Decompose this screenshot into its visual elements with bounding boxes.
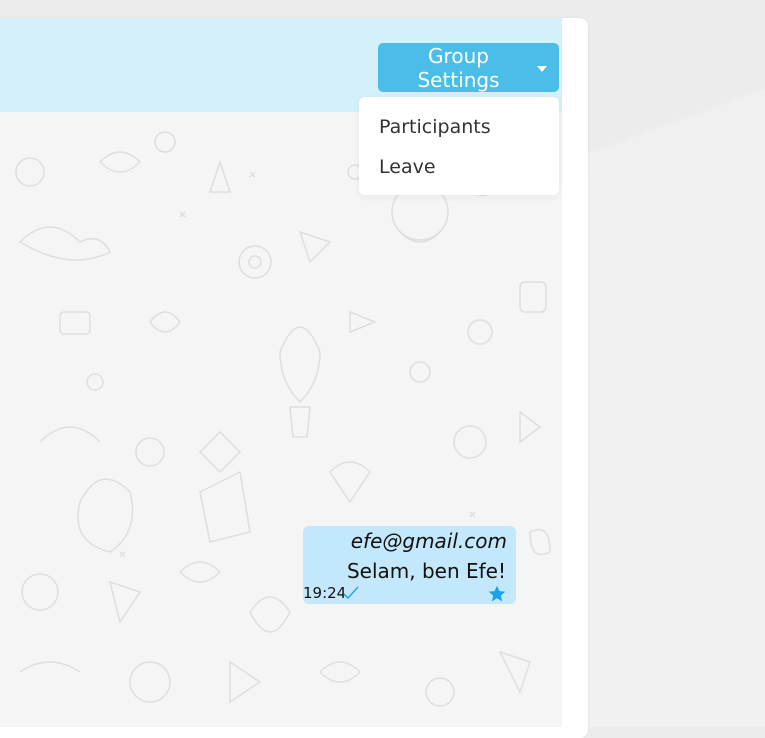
menu-item-participants[interactable]: Participants (359, 107, 559, 147)
message-time: 19:24 (303, 584, 347, 602)
message-bubble[interactable]: efe@gmail.com Selam, ben Efe! 19:24 (303, 526, 516, 604)
chat-body[interactable] (0, 112, 562, 727)
page-background (565, 0, 765, 727)
star-icon[interactable] (487, 584, 507, 604)
message-sender: efe@gmail.com (350, 529, 507, 553)
menu-item-leave[interactable]: Leave (359, 147, 559, 187)
group-settings-label: Group Settings (417, 43, 500, 92)
group-settings-button[interactable]: Group Settings (378, 43, 559, 92)
group-settings-menu: Participants Leave (359, 97, 559, 195)
doodle-background (15, 131, 551, 707)
check-icon (343, 586, 359, 600)
message-text: Selam, ben Efe! (346, 559, 506, 583)
caret-down-icon (537, 65, 547, 72)
